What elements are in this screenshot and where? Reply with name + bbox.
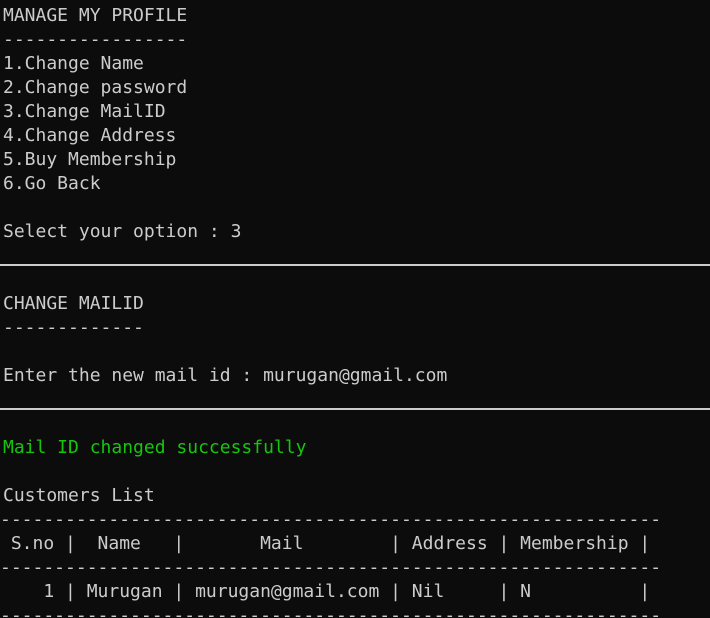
customers-list-title: Customers List — [3, 485, 155, 506]
table-row: 1 | Murugan | murugan@gmail.com | Nil | … — [0, 581, 651, 602]
menu-option-change-mailid: 3.Change MailID — [3, 101, 166, 122]
menu-option-change-password: 2.Change password — [3, 77, 188, 98]
section-divider — [0, 264, 710, 266]
profile-menu-title: MANAGE MY PROFILE — [3, 5, 188, 26]
menu-option-change-name: 1.Change Name — [3, 53, 144, 74]
change-mail-title: CHANGE MAILID — [3, 293, 144, 314]
menu-option-buy-membership: 5.Buy Membership — [3, 149, 177, 170]
menu-option-change-address: 4.Change Address — [3, 125, 177, 146]
new-mail-prompt: Enter the new mail id : murugan@gmail.co… — [3, 365, 448, 386]
terminal-window[interactable]: MANAGE MY PROFILE ----------------- 1.Ch… — [0, 0, 710, 618]
profile-menu-underline: ----------------- — [3, 29, 188, 50]
change-mail-underline: ------------- — [3, 317, 144, 338]
table-border-bottom: ----------------------------------------… — [0, 605, 662, 618]
table-border-mid: ----------------------------------------… — [0, 557, 662, 578]
table-border-top: ----------------------------------------… — [0, 509, 662, 530]
table-header-row: S.no | Name | Mail | Address | Membershi… — [0, 533, 651, 554]
success-message: Mail ID changed successfully — [3, 437, 307, 458]
option-prompt: Select your option : 3 — [3, 221, 242, 242]
section-divider — [0, 408, 710, 410]
menu-option-go-back: 6.Go Back — [3, 173, 101, 194]
